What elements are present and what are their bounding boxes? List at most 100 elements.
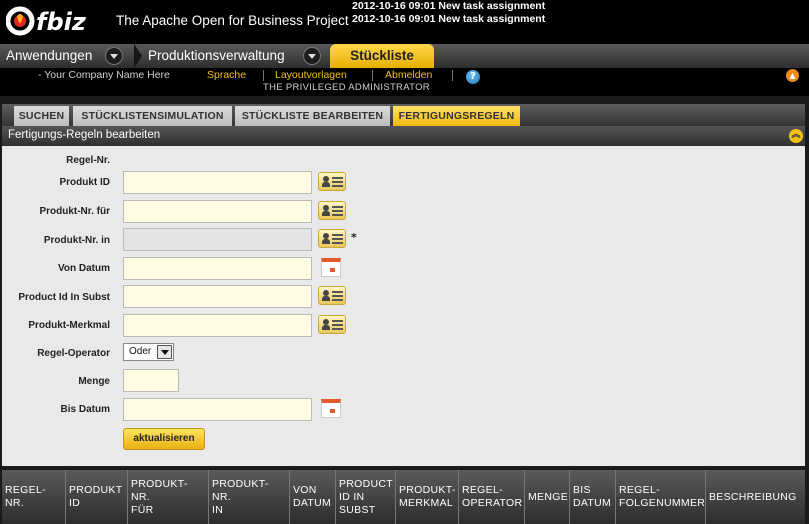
tab-suchen[interactable]: SUCHEN (14, 106, 69, 126)
produkt-id-input[interactable] (123, 171, 312, 194)
sub-tab-bar: SUCHEN STÜCKLISTENSIMULATION STÜCKLISTE … (2, 104, 805, 126)
collapse-section-icon[interactable]: ︽ (789, 129, 803, 143)
column-header-regel-nr[interactable]: REGEL-NR. (2, 470, 65, 524)
column-header-menge[interactable]: MENGE (524, 470, 569, 524)
column-header-bis-datum[interactable]: BIS DATUM (569, 470, 615, 524)
label-regel-nr: Regel-Nr. (66, 155, 110, 166)
lookup-icon[interactable] (318, 172, 346, 191)
lookup-icon[interactable] (318, 286, 346, 305)
label-bis-datum: Bis Datum (60, 404, 110, 415)
app-tab-produktionsverwaltung[interactable]: Produktionsverwaltung (142, 44, 330, 68)
column-header-beschreibung[interactable]: BESCHREIBUNG (705, 470, 802, 524)
lookup-icon[interactable] (318, 201, 346, 220)
column-header-produkt-id[interactable]: PRODUKT ID (65, 470, 127, 524)
user-name: THE PRIVILEGED ADMINISTRATOR (263, 82, 430, 93)
select-value: Oder (129, 346, 152, 357)
column-header-text: ID IN (339, 490, 365, 503)
language-link[interactable]: Sprache (207, 69, 246, 81)
section-title: Fertigungs-Regeln bearbeiten (8, 129, 161, 141)
notification-item[interactable]: 2012-10-16 09:01 New task assignment (352, 0, 545, 13)
label-regel-operator: Regel-Operator (37, 348, 110, 359)
column-header-regel-operator[interactable]: REGEL- OPERATOR (458, 470, 524, 524)
company-name: - Your Company Name Here (38, 69, 170, 81)
label-produkt-id: Produkt ID (59, 177, 110, 188)
produkt-merkmal-input[interactable] (123, 314, 312, 337)
column-header-text: PRODUKT-NR. (131, 477, 188, 503)
calendar-icon[interactable] (321, 399, 341, 418)
column-header-von-datum[interactable]: VON DATUM (289, 470, 335, 524)
product-id-in-subst-input[interactable] (123, 285, 312, 308)
menge-input[interactable] (123, 369, 179, 392)
column-header-produkt-nr-in[interactable]: PRODUKT-NR. IN (208, 470, 289, 524)
logout-link[interactable]: Abmelden (385, 69, 432, 81)
label-menge: Menge (78, 376, 110, 387)
label-produkt-merkmal: Produkt-Merkmal (28, 320, 110, 331)
tab-fertigungsregeln[interactable]: FERTIGUNGSREGELN (393, 106, 520, 126)
label-produkt-nr-in: Produkt-Nr. in (43, 235, 110, 246)
section-header: Fertigungs-Regeln bearbeiten ︽ (2, 126, 805, 146)
notification-list: 2012-10-16 09:01 New task assignment 201… (352, 0, 545, 26)
lookup-icon[interactable] (318, 315, 346, 334)
von-datum-input[interactable] (123, 257, 312, 280)
column-header-text: VON (293, 484, 317, 496)
layout-templates-link[interactable]: Layoutvorlagen (275, 69, 347, 81)
column-header-text: MENGE (528, 490, 569, 503)
column-header-regel-folgenummer[interactable]: REGEL- FOLGENUMMER (615, 470, 705, 524)
column-header-produkt-nr-fuer[interactable]: PRODUKT-NR. FÜR (127, 470, 208, 524)
app-tab-stueckliste[interactable]: Stückliste (330, 44, 434, 68)
divider (452, 70, 453, 81)
column-header-text: IN (212, 503, 224, 516)
required-marker: * (351, 231, 357, 244)
calendar-icon[interactable] (321, 258, 341, 277)
bis-datum-input[interactable] (123, 398, 312, 421)
divider (372, 70, 373, 81)
column-header-text: SUBST (339, 503, 376, 516)
content-panel: SUCHEN STÜCKLISTENSIMULATION STÜCKLISTE … (2, 104, 805, 466)
produkt-nr-fuer-input[interactable] (123, 200, 312, 223)
ofbiz-logo[interactable]: fbiz (6, 4, 100, 38)
chevron-down-icon[interactable] (105, 47, 123, 65)
column-header-text: BESCHREIBUNG (709, 490, 797, 503)
produkt-nr-in-input[interactable] (123, 228, 312, 251)
collapse-up-icon[interactable]: ▲ (786, 69, 799, 82)
dropdown-arrow-icon[interactable] (157, 345, 172, 359)
column-header-text: PRODUKT (69, 484, 123, 496)
column-header-text: DATUM (573, 497, 612, 509)
divider (263, 70, 264, 81)
update-button[interactable]: aktualisieren (123, 428, 205, 450)
user-bar: - Your Company Name Here Sprache Layoutv… (0, 68, 809, 96)
label-produkt-nr-fuer: Produkt-Nr. für (39, 206, 110, 217)
column-header-text: BIS (573, 484, 591, 496)
app-tab-label: Anwendungen (6, 48, 93, 63)
label-von-datum: Von Datum (57, 263, 110, 274)
column-header-text: REGEL-NR. (5, 484, 46, 509)
label-product-id-in-subst: Product Id In Subst (18, 292, 110, 303)
column-header-text: REGEL- (462, 484, 503, 496)
tab-stueckliste-bearbeiten[interactable]: STÜCKLISTE BEARBEITEN (235, 106, 390, 126)
column-header-text: OPERATOR (462, 497, 523, 509)
column-header-text: PRODUKT-NR. (212, 477, 269, 503)
tab-separator (134, 44, 142, 68)
column-header-text: FÜR (131, 503, 154, 516)
tab-stuecklistensimulation[interactable]: STÜCKLISTENSIMULATION (73, 106, 232, 126)
column-header-text: FOLGENUMMER (619, 497, 706, 509)
regel-operator-select[interactable]: Oder (123, 343, 174, 361)
help-icon[interactable]: ? (466, 70, 480, 84)
app-tab-anwendungen[interactable]: Anwendungen (0, 44, 134, 68)
column-header-text: PRODUCT (339, 477, 394, 490)
site-title: The Apache Open for Business Project (116, 13, 349, 28)
lookup-icon[interactable] (318, 229, 346, 248)
list-table-header: REGEL-NR. PRODUKT ID PRODUKT-NR. FÜR PRO… (2, 470, 805, 524)
column-header-text: REGEL- (619, 484, 660, 496)
column-header-text: ID (69, 497, 81, 509)
notification-item[interactable]: 2012-10-16 09:01 New task assignment (352, 13, 545, 26)
column-header-produkt-merkmal[interactable]: PRODUKT- MERKMAL (395, 470, 458, 524)
header: fbiz The Apache Open for Business Projec… (0, 0, 809, 44)
svg-text:fbiz: fbiz (36, 8, 87, 36)
column-header-text: PRODUKT- (399, 484, 456, 496)
column-header-text: MERKMAL (399, 497, 454, 509)
column-header-product-id-in-subst[interactable]: PRODUCT ID IN SUBST (335, 470, 395, 524)
app-tab-label: Produktionsverwaltung (148, 48, 285, 63)
chevron-down-icon[interactable] (303, 47, 321, 65)
column-header-text: DATUM (293, 497, 332, 509)
